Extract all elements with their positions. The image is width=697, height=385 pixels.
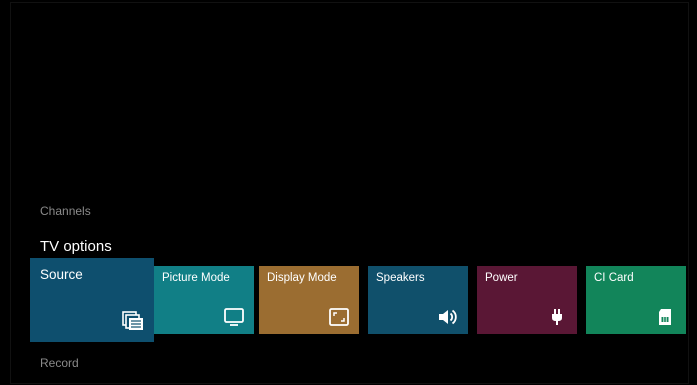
speaker-icon — [439, 309, 457, 325]
tile-label: Picture Mode — [162, 272, 230, 284]
tile-label: Power — [485, 272, 518, 284]
picture-mode-tile[interactable]: Picture Mode — [154, 266, 254, 334]
tv-icon — [224, 308, 244, 326]
record-section-label[interactable]: Record — [40, 356, 79, 370]
source-icon — [122, 311, 143, 330]
power-tile[interactable]: Power — [477, 266, 577, 334]
aspect-ratio-icon — [329, 308, 349, 326]
tile-label: Source — [40, 267, 83, 282]
tv-options-title: TV options — [40, 238, 112, 255]
tile-label: Display Mode — [267, 272, 337, 284]
sim-card-icon — [659, 309, 671, 325]
ci-card-tile[interactable]: CI Card — [586, 266, 686, 334]
tile-label: CI Card — [594, 272, 634, 284]
speakers-tile[interactable]: Speakers — [368, 266, 468, 334]
display-mode-tile[interactable]: Display Mode — [259, 266, 359, 334]
channels-section-label[interactable]: Channels — [40, 204, 91, 218]
power-plug-icon — [552, 309, 562, 325]
tile-label: Speakers — [376, 272, 425, 284]
source-tile[interactable]: Source — [30, 258, 154, 342]
